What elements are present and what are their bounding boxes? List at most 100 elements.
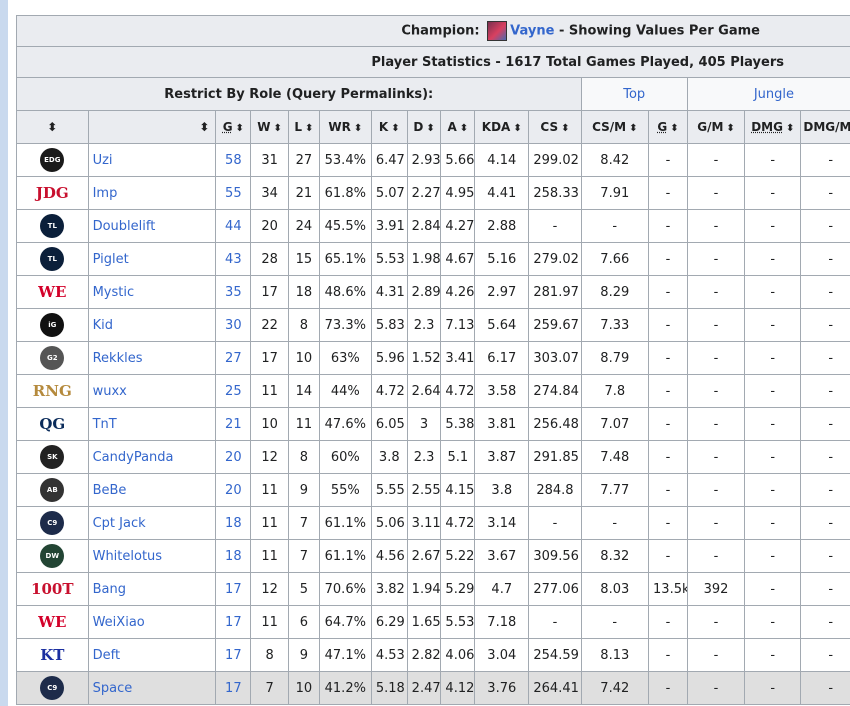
team-logo-icon[interactable]: JDG: [36, 184, 69, 202]
vayne-champion-icon[interactable]: [487, 21, 508, 41]
team-logo-icon[interactable]: TL: [40, 247, 65, 271]
col-header-cs[interactable]: CS ⬍: [528, 110, 582, 144]
player-link[interactable]: Whitelotus: [87, 539, 217, 573]
col-header-games[interactable]: G ⬍: [215, 110, 252, 144]
cell-damage-per-min: -: [800, 407, 850, 441]
team-logo-icon[interactable]: KT: [40, 646, 64, 664]
team-logo-icon[interactable]: 100T: [31, 580, 73, 598]
role-link-jungle[interactable]: Jungle: [686, 77, 850, 111]
col-header-damage-per-min[interactable]: DMG/M⬍: [800, 110, 850, 144]
cell-games[interactable]: 25: [215, 374, 252, 408]
cell-games[interactable]: 18: [215, 506, 252, 540]
col-header-losses[interactable]: L ⬍: [288, 110, 320, 144]
col-header-winrate[interactable]: WR ⬍: [318, 110, 372, 144]
cell-gold-per-min: -: [686, 506, 746, 540]
cell-games[interactable]: 18: [215, 539, 252, 573]
player-link[interactable]: Mystic: [87, 275, 217, 309]
player-link[interactable]: wuxx: [87, 374, 217, 408]
sort-icon[interactable]: ⬍: [274, 123, 282, 134]
cell-games[interactable]: 17: [215, 605, 252, 639]
team-logo-icon[interactable]: iG: [40, 313, 65, 337]
cell-assists: 7.13: [440, 308, 476, 342]
player-link[interactable]: Piglet: [87, 242, 217, 276]
sort-icon[interactable]: ⬍: [561, 123, 569, 134]
sort-icon[interactable]: ⬍: [305, 123, 313, 134]
sort-icon[interactable]: ⬍: [391, 123, 399, 134]
team-logo-icon[interactable]: AB: [40, 478, 65, 502]
cell-games[interactable]: 27: [215, 341, 252, 375]
cell-games[interactable]: 30: [215, 308, 252, 342]
team-logo-icon[interactable]: DW: [40, 544, 65, 568]
player-link[interactable]: Rekkles: [87, 341, 217, 375]
col-header-damage[interactable]: DMG ⬍: [744, 110, 802, 144]
cell-games[interactable]: 20: [215, 473, 252, 507]
player-link[interactable]: Bang: [87, 572, 217, 606]
player-link[interactable]: Space: [87, 671, 217, 705]
cell-games[interactable]: 17: [215, 572, 252, 606]
col-header-team[interactable]: ⬍: [16, 110, 89, 144]
player-link[interactable]: Kid: [87, 308, 217, 342]
col-header-gold[interactable]: G ⬍: [648, 110, 688, 144]
team-logo-icon[interactable]: C9: [40, 511, 65, 535]
cell-games[interactable]: 44: [215, 209, 252, 243]
team-logo-icon[interactable]: C9: [40, 676, 65, 700]
cell-kills: 5.53: [370, 242, 408, 276]
sort-icon[interactable]: ⬍: [786, 123, 794, 134]
col-header-kda[interactable]: KDA ⬍: [474, 110, 530, 144]
table-row: TL Piglet 43 28 15 65.1% 5.53 1.98 4.67 5.16 279.0…: [16, 242, 850, 276]
col-header-kills[interactable]: K ⬍: [370, 110, 408, 144]
cell-games[interactable]: 43: [215, 242, 252, 276]
cell-kda: 4.41: [474, 176, 530, 210]
role-link-top[interactable]: Top: [580, 77, 688, 111]
col-header-assists[interactable]: A ⬍: [440, 110, 476, 144]
cell-games[interactable]: 21: [215, 407, 252, 441]
team-logo-icon[interactable]: WE: [38, 283, 66, 301]
sort-icon[interactable]: ⬍: [47, 120, 57, 134]
cell-gold: -: [648, 341, 688, 375]
player-link[interactable]: Uzi: [87, 143, 217, 177]
player-link[interactable]: Doublelift: [87, 209, 217, 243]
player-link[interactable]: Cpt Jack: [87, 506, 217, 540]
cell-gold-per-min: -: [686, 473, 746, 507]
cell-games[interactable]: 17: [215, 638, 252, 672]
sort-icon[interactable]: ⬍: [426, 123, 434, 134]
player-link[interactable]: BeBe: [87, 473, 217, 507]
player-link[interactable]: TnT: [87, 407, 217, 441]
sort-icon[interactable]: ⬍: [199, 120, 209, 134]
player-link[interactable]: Imp: [87, 176, 217, 210]
team-logo-icon[interactable]: G2: [40, 346, 65, 370]
team-logo-icon[interactable]: QG: [39, 415, 65, 433]
cell-games[interactable]: 55: [215, 176, 252, 210]
team-logo-icon[interactable]: EDG: [40, 148, 65, 172]
col-header-cs-per-min[interactable]: CS/M ⬍: [580, 110, 650, 144]
col-header-deaths[interactable]: D ⬍: [406, 110, 442, 144]
cell-damage-per-min: -: [800, 242, 850, 276]
sort-icon[interactable]: ⬍: [354, 123, 362, 134]
sort-icon[interactable]: ⬍: [629, 123, 637, 134]
cell-kills: 4.72: [370, 374, 408, 408]
player-link[interactable]: WeiXiao: [87, 605, 217, 639]
cell-cs-per-min: 8.13: [580, 638, 650, 672]
col-header-player[interactable]: ⬍: [87, 110, 217, 144]
team-logo-icon[interactable]: TL: [40, 214, 65, 238]
player-link[interactable]: CandyPanda: [87, 440, 217, 474]
cell-games[interactable]: 20: [215, 440, 252, 474]
cell-losses: 14: [288, 374, 320, 408]
cell-kda: 3.81: [474, 407, 530, 441]
cell-kda: 3.76: [474, 671, 530, 705]
col-header-gold-per-min[interactable]: G/M ⬍: [686, 110, 746, 144]
sort-icon[interactable]: ⬍: [670, 123, 678, 134]
sort-icon[interactable]: ⬍: [460, 123, 468, 134]
champion-link[interactable]: Vayne: [510, 24, 554, 39]
player-link[interactable]: Deft: [87, 638, 217, 672]
cell-games[interactable]: 58: [215, 143, 252, 177]
sort-icon[interactable]: ⬍: [726, 123, 734, 134]
team-logo-icon[interactable]: WE: [38, 613, 66, 631]
col-header-wins[interactable]: W ⬍: [250, 110, 290, 144]
cell-games[interactable]: 17: [215, 671, 252, 705]
team-logo-icon[interactable]: RNG: [33, 382, 72, 400]
team-logo-icon[interactable]: SK: [40, 445, 65, 469]
cell-games[interactable]: 35: [215, 275, 252, 309]
sort-icon[interactable]: ⬍: [236, 123, 244, 134]
sort-icon[interactable]: ⬍: [513, 123, 521, 134]
